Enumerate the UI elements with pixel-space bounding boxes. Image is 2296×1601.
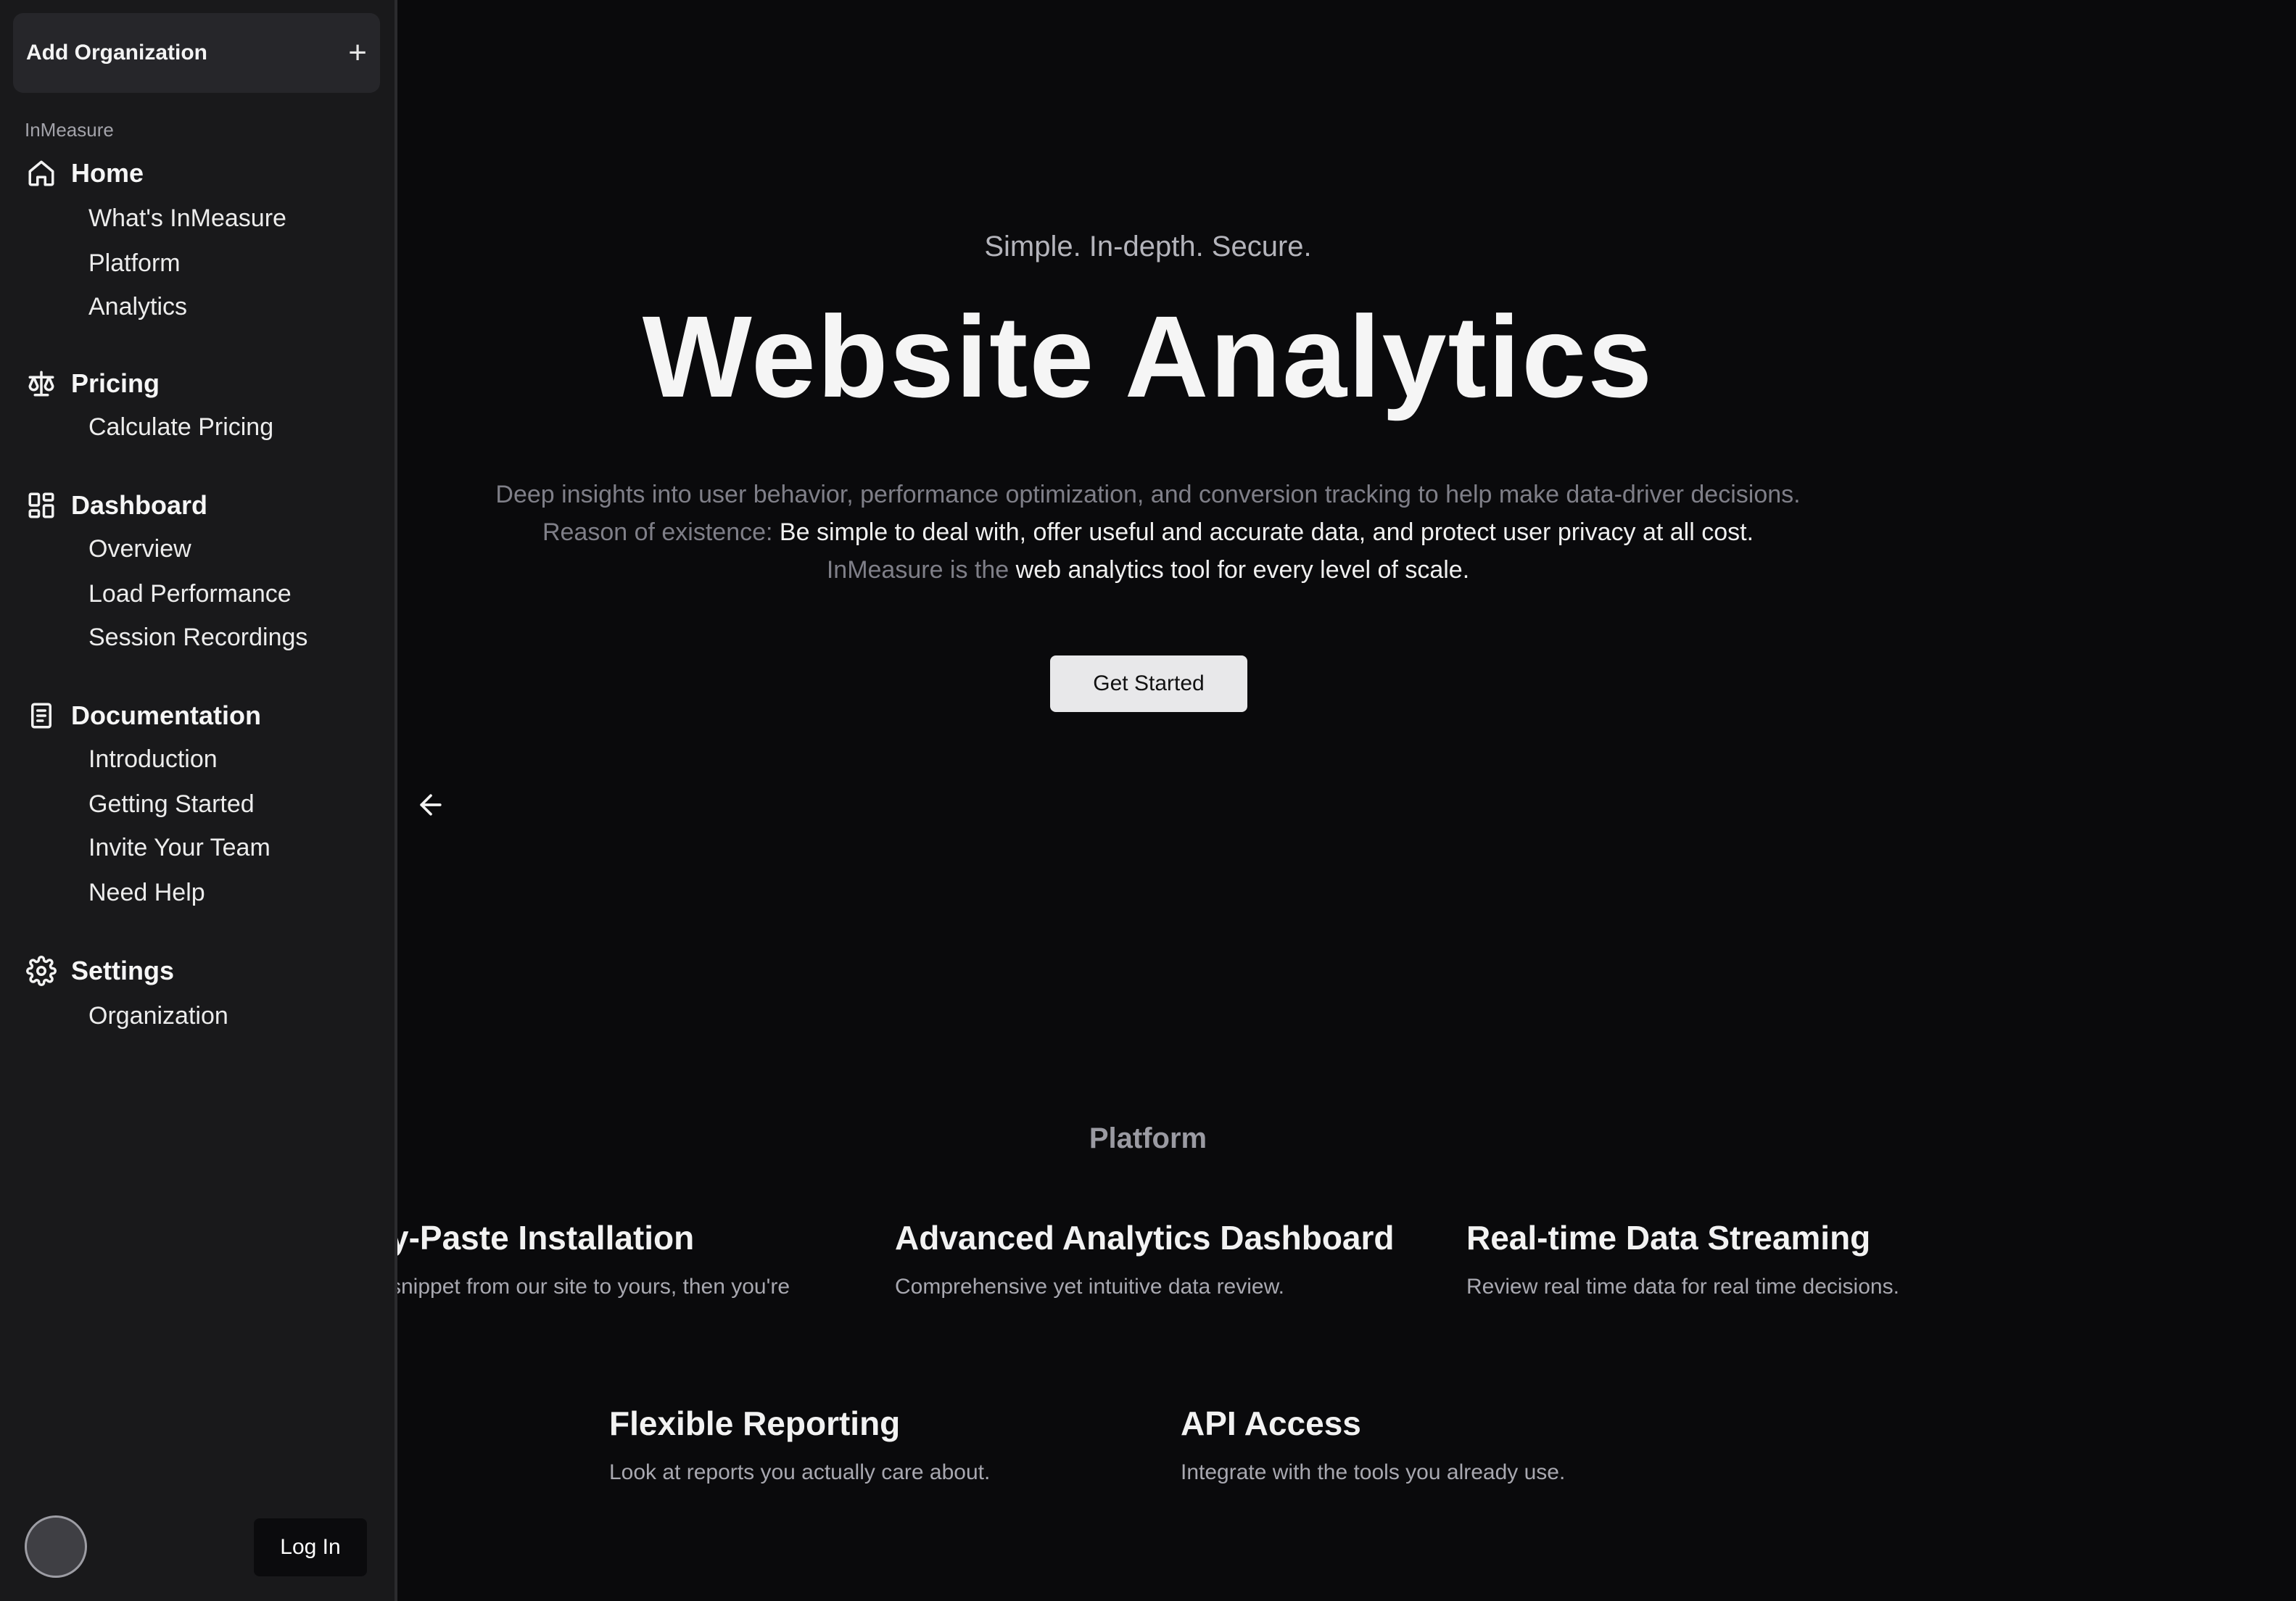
feature-description: Review real time data for real time deci… — [1466, 1275, 1899, 1299]
plus-icon: + — [348, 35, 367, 70]
sidebar-section-settings[interactable]: Settings — [26, 956, 174, 986]
sidebar-section-documentation[interactable]: Documentation — [26, 700, 261, 731]
feature-title: API Access — [1181, 1405, 1361, 1442]
sidebar-section-pricing[interactable]: Pricing — [26, 368, 160, 399]
sidebar-item-platform[interactable]: Platform — [88, 249, 181, 278]
sidebar-item-whats-inmeasure[interactable]: What's InMeasure — [88, 204, 286, 233]
get-started-button[interactable]: Get Started — [1050, 655, 1247, 712]
add-organization-label: Add Organization — [26, 41, 207, 65]
feature-title: Real-time Data Streaming — [1466, 1219, 1871, 1257]
feature-description: Integrate with the tools you already use… — [1181, 1460, 1566, 1484]
sidebar-item-need-help[interactable]: Need Help — [88, 879, 205, 907]
feature-title: Advanced Analytics Dashboard — [895, 1219, 1395, 1257]
sidebar-item-getting-started[interactable]: Getting Started — [88, 790, 255, 819]
sidebar-item-overview[interactable]: Overview — [88, 535, 191, 563]
feature-description: Comprehensive yet intuitive data review. — [895, 1275, 1284, 1299]
sidebar: Add Organization + InMeasure Home What's… — [0, 0, 397, 1601]
avatar[interactable] — [25, 1515, 87, 1578]
feature-description: snippet from our site to yours, then you… — [390, 1275, 790, 1299]
gear-icon — [26, 956, 57, 986]
sidebar-section-home[interactable]: Home — [26, 158, 144, 189]
sidebar-item-analytics[interactable]: Analytics — [88, 293, 187, 321]
dashboard-icon — [28, 492, 54, 518]
feature-card: Real-time Data Streaming Review real tim… — [1466, 1218, 1899, 1299]
sidebar-item-load-performance[interactable]: Load Performance — [88, 580, 292, 608]
book-icon — [31, 703, 51, 729]
sidebar-item-invite-your-team[interactable]: Invite Your Team — [88, 834, 271, 862]
feature-title: y-Paste Installation — [390, 1219, 695, 1257]
arrow-left-icon — [420, 794, 442, 816]
sidebar-item-session-recordings[interactable]: Session Recordings — [88, 624, 307, 652]
sidebar-section-label: Dashboard — [71, 490, 208, 520]
home-icon — [28, 160, 54, 186]
log-in-button[interactable]: Log In — [254, 1518, 367, 1576]
sidebar-section-dashboard[interactable]: Dashboard — [26, 490, 207, 521]
sidebar-section-label: Settings — [71, 956, 175, 985]
feature-description: Look at reports you actually care about. — [609, 1460, 991, 1484]
description-text: Deep insights into user behavior, perfor… — [495, 481, 1801, 508]
description-highlight: web analytics tool for every level of sc… — [1015, 556, 1470, 584]
sidebar-section-label: Pricing — [71, 368, 160, 398]
sidebar-item-organization[interactable]: Organization — [88, 1002, 228, 1030]
add-organization-button[interactable]: Add Organization + — [13, 13, 380, 93]
collapse-sidebar-button[interactable] — [410, 785, 451, 825]
feature-card: y-Paste Installation snippet from our si… — [390, 1218, 790, 1299]
feature-card: API Access Integrate with the tools you … — [1181, 1404, 1565, 1485]
sidebar-item-calculate-pricing[interactable]: Calculate Pricing — [88, 413, 273, 442]
sidebar-group-label: InMeasure — [25, 119, 114, 141]
sidebar-item-introduction[interactable]: Introduction — [88, 745, 218, 774]
sidebar-section-label: Home — [71, 158, 144, 188]
scale-icon — [28, 371, 54, 397]
description-prefix: Reason of existence: — [542, 518, 780, 546]
feature-card: Flexible Reporting Look at reports you a… — [609, 1404, 990, 1485]
description-highlight: Be simple to deal with, offer useful and… — [779, 518, 1754, 546]
sidebar-section-label: Documentation — [71, 700, 262, 730]
description-prefix: InMeasure is the — [826, 556, 1016, 584]
feature-card: Advanced Analytics Dashboard Comprehensi… — [895, 1218, 1395, 1299]
feature-title: Flexible Reporting — [609, 1405, 901, 1442]
